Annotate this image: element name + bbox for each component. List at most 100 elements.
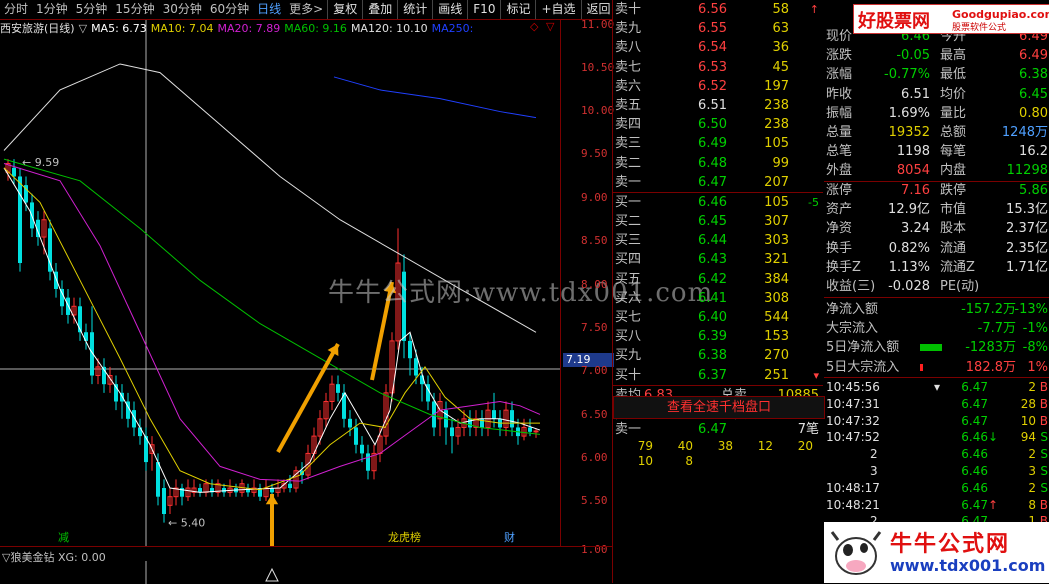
toolbar-button[interactable]: 标记 — [500, 0, 535, 19]
quote-row: 换手 0.82% 流通 2.35亿 — [824, 239, 1049, 258]
period-tab[interactable]: 60分钟 — [206, 0, 253, 19]
ma10-line — [3, 167, 540, 491]
tick-time: 10:47:31 — [826, 396, 880, 411]
period-tab[interactable]: 更多> — [285, 0, 327, 19]
chevron-down-icon[interactable]: ▽ — [546, 20, 554, 33]
toolbar-button[interactable]: 画线 — [432, 0, 467, 19]
quote-row: 涨跌 -0.05 最高 6.49 — [824, 46, 1049, 65]
order-label: 卖七 — [615, 59, 642, 75]
order-row[interactable]: 买二 6.45 307 — [613, 212, 823, 231]
chart-marker: 减 — [58, 531, 69, 544]
order-row[interactable]: 卖八 6.54 36 — [613, 38, 823, 57]
tick-row: 10:47:52 6.46 94 S ↓ — [824, 429, 1049, 446]
order-row[interactable]: 卖四 6.50 238 — [613, 115, 823, 134]
price-tick-label: 11.00 — [581, 18, 615, 31]
candle-body — [156, 462, 160, 497]
order-label: 买四 — [615, 252, 642, 268]
queue-volume: 40 — [677, 439, 693, 454]
order-row[interactable]: 买一 6.46 105 -5 — [613, 193, 823, 212]
ma-label: MA5: 6.73 — [91, 22, 147, 35]
price-tick-label: 7.50 — [581, 321, 608, 334]
period-tab[interactable]: 日线 — [253, 0, 285, 19]
order-row[interactable]: 买四 6.43 321 — [613, 250, 823, 269]
quote-stats-2: 涨停 7.16 跌停 5.86 资产 12.9亿 市值 15.3亿 净资 3.24 股本 2.37亿换… — [824, 181, 1049, 296]
tdx001-logo: 牛牛公式网 www.tdx001.com — [824, 522, 1049, 583]
candle-body — [336, 384, 340, 393]
toolbar-button[interactable]: +自选 — [535, 0, 580, 19]
order-row[interactable]: 卖九 6.55 63 — [613, 19, 823, 38]
order-row[interactable]: 卖六 6.52 197 — [613, 77, 823, 96]
candle-body — [18, 176, 22, 264]
order-price: 6.43 — [698, 252, 727, 268]
queue-volume: 79 — [637, 439, 653, 454]
quote-key: 总量 — [826, 124, 853, 140]
order-price: 6.55 — [698, 21, 727, 37]
toolbar-button[interactable]: 叠加 — [362, 0, 397, 19]
quote-value: 1.71亿 — [1006, 259, 1048, 275]
order-row[interactable]: 卖七 6.53 45 — [613, 58, 823, 77]
period-tab[interactable]: 1分钟 — [32, 0, 72, 19]
candle-body — [12, 167, 16, 177]
sell1-price: 6.47 — [698, 422, 727, 437]
period-tab[interactable]: 15分钟 — [111, 0, 158, 19]
tick-volume: 2 — [1028, 480, 1036, 495]
order-price: 6.46 — [698, 194, 727, 210]
flow-label: 大宗流入 — [826, 321, 879, 337]
period-tab[interactable]: 5分钟 — [72, 0, 112, 19]
flow-label: 5日净流入额 — [826, 340, 900, 356]
diamond-icon[interactable]: ◇ — [530, 20, 538, 33]
tick-row: 3 6.46 3 S — [824, 463, 1049, 480]
period-tab[interactable]: 分时 — [0, 0, 32, 19]
full-depth-button[interactable]: 查看全速千档盘口 — [613, 396, 825, 419]
order-row[interactable]: 卖一 6.47 207 — [613, 173, 823, 192]
candle-body — [366, 453, 370, 471]
toolbar-button[interactable]: 复权 — [327, 0, 362, 19]
order-row[interactable]: 卖三 6.49 105 — [613, 134, 823, 153]
sub-indicator-panel[interactable]: ▽狼美金钻 XG: 0.00 — [0, 546, 612, 584]
tick-row: 10:48:17 6.46 2 S — [824, 480, 1049, 497]
price-tick-label: 7.00 — [581, 364, 608, 377]
candle-body — [48, 228, 52, 272]
order-row[interactable]: 买五 6.42 384 — [613, 270, 823, 289]
candle-body — [222, 488, 226, 493]
toolbar-button[interactable]: 返回 — [580, 0, 616, 19]
order-volume: 238 — [764, 97, 789, 113]
price-tick-label: 5.50 — [581, 494, 608, 507]
period-tab[interactable]: 30分钟 — [159, 0, 206, 19]
order-row[interactable]: 买八 6.39 153 — [613, 327, 823, 346]
dropdown-triangle-icon[interactable]: ▽ — [79, 22, 87, 35]
quote-value: 6.51 — [901, 86, 930, 102]
candle-body — [360, 444, 364, 454]
quote-key: 股本 — [940, 221, 967, 237]
toolbar-button[interactable]: F10 — [467, 0, 500, 19]
ma-label: MA10: 7.04 — [150, 22, 214, 35]
tick-price: 6.47 — [961, 413, 988, 428]
toolbar-button[interactable]: 统计 — [397, 0, 432, 19]
order-label: 卖四 — [615, 117, 642, 133]
tick-row: 2 6.46 2 S — [824, 446, 1049, 463]
order-row[interactable]: 卖二 6.48 99 — [613, 154, 823, 173]
quote-key: 现价 — [826, 29, 853, 44]
order-row[interactable]: 买六 6.41 308 — [613, 289, 823, 308]
queue-volume: 20 — [797, 439, 813, 454]
order-row[interactable]: 买七 6.40 544 — [613, 308, 823, 327]
quote-value: 7.16 — [901, 183, 930, 198]
tick-list: 10:45:56 6.47 2 B ▾ 10:47:31 6.47 28 B 10:47:32 6.… — [824, 379, 1049, 530]
queue-row: 10 8 — [613, 454, 823, 469]
order-book: 卖十 6.56 58 ↑ 卖九 6.55 63 卖八 6.54 36 卖七 6.53 45 卖六 6.52 1… — [613, 0, 823, 424]
quote-value: 6.38 — [1019, 67, 1048, 83]
price-tick-label: 9.50 — [581, 147, 608, 160]
sell1-count: 7笔 — [797, 422, 819, 437]
quote-value: 5.86 — [1019, 183, 1048, 198]
flow-label: 净流入额 — [826, 302, 879, 317]
order-row[interactable]: 卖十 6.56 58 ↑ — [613, 0, 823, 19]
order-price: 6.51 — [698, 97, 727, 113]
order-row[interactable]: 买九 6.38 270 — [613, 346, 823, 365]
tick-flag: S — [1040, 447, 1048, 462]
tick-time: 10:47:52 — [826, 430, 880, 445]
order-price: 6.40 — [698, 310, 727, 325]
order-row[interactable]: 卖五 6.51 238 — [613, 96, 823, 115]
order-row[interactable]: 买十 6.37 251 ▾ — [613, 366, 823, 385]
order-row[interactable]: 买三 6.44 303 — [613, 231, 823, 250]
tick-flag: B — [1039, 380, 1048, 394]
